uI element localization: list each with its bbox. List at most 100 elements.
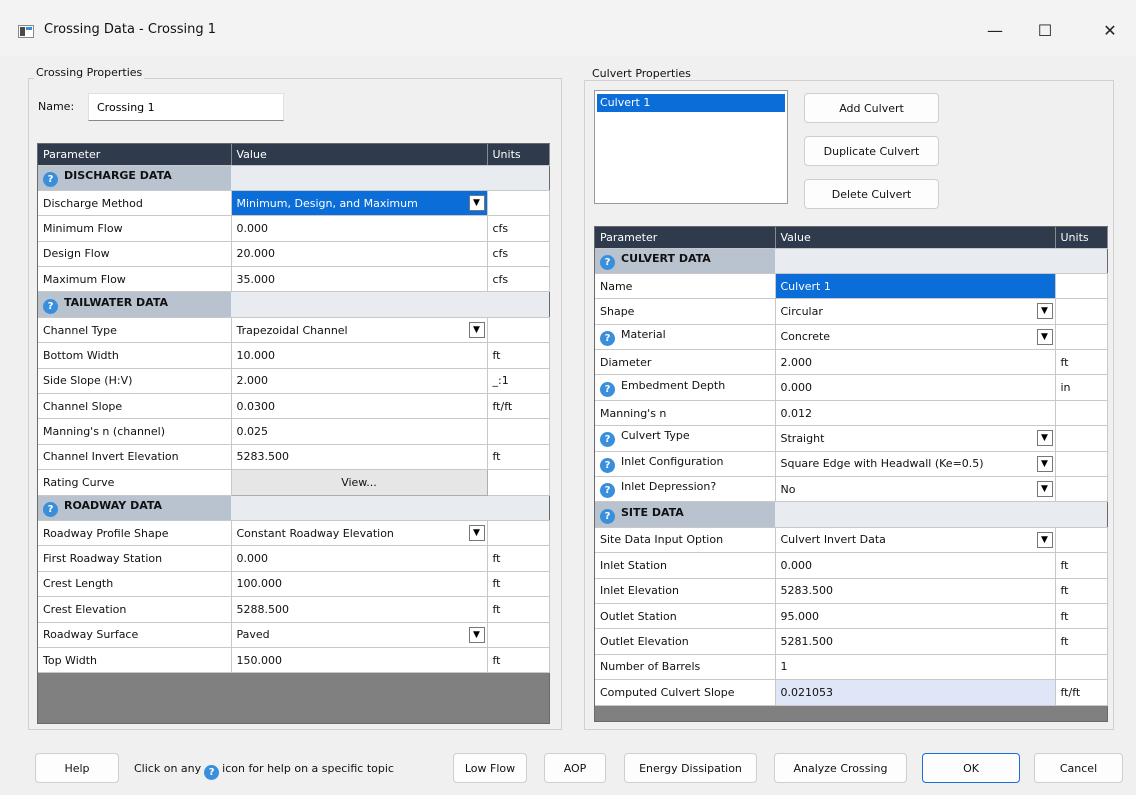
value-manning-s-n-channel[interactable]: 0.025 xyxy=(231,418,488,445)
value-text: Culvert Invert Data xyxy=(780,533,886,547)
value-maximum-flow[interactable]: 35.000 xyxy=(231,266,488,293)
dropdown-arrow-icon[interactable]: ▼ xyxy=(468,524,485,541)
param-cell: Discharge Method xyxy=(38,190,232,217)
dropdown-arrow-icon[interactable]: ▼ xyxy=(1036,430,1053,447)
value-text: 0.021053 xyxy=(780,685,834,699)
culvert-list-item[interactable]: Culvert 1 xyxy=(597,94,785,112)
close-button[interactable]: ✕ xyxy=(1090,14,1130,46)
value-crest-elevation[interactable]: 5288.500 xyxy=(231,596,488,623)
add-culvert-button[interactable]: Add Culvert xyxy=(804,93,939,123)
help-icon[interactable]: ? xyxy=(600,508,615,524)
duplicate-culvert-button[interactable]: Duplicate Culvert xyxy=(804,136,939,166)
cancel-button[interactable]: Cancel xyxy=(1034,753,1123,783)
dropdown-arrow-icon[interactable]: ▼ xyxy=(1036,328,1053,345)
ok-button[interactable]: OK xyxy=(922,753,1020,783)
maximize-button[interactable]: ☐ xyxy=(1025,14,1065,46)
help-icon[interactable]: ? xyxy=(43,171,58,187)
value-rating-curve[interactable]: View... xyxy=(230,469,488,496)
table-row: Outlet Elevation 5281.500 ft xyxy=(595,628,1108,655)
value-inlet-station[interactable]: 0.000 xyxy=(775,552,1056,579)
value-inlet-depression[interactable]: No ▼ xyxy=(775,476,1056,503)
help-icon[interactable]: ? xyxy=(600,254,615,270)
help-icon[interactable]: ? xyxy=(43,298,58,314)
value-channel-invert-elevation[interactable]: 5283.500 xyxy=(231,444,488,471)
dropdown-arrow-icon[interactable]: ▼ xyxy=(468,321,485,338)
help-icon[interactable]: ? xyxy=(600,483,615,499)
value-site-data-input-option[interactable]: Culvert Invert Data ▼ xyxy=(775,527,1056,554)
low-flow-button[interactable]: Low Flow xyxy=(453,753,527,783)
param-label: Crest Elevation xyxy=(43,602,127,616)
value-channel-type[interactable]: Trapezoidal Channel ▼ xyxy=(231,317,488,344)
value-embedment-depth[interactable]: 0.000 xyxy=(775,374,1056,401)
param-label: Material xyxy=(621,327,666,341)
value-number-of-barrels[interactable]: 1 xyxy=(775,654,1056,681)
value-discharge-method[interactable]: Minimum, Design, and Maximum ▼ xyxy=(231,190,488,217)
dropdown-arrow-icon[interactable]: ▼ xyxy=(1036,303,1053,320)
units-cell: _:1 xyxy=(487,368,550,395)
value-first-roadway-station[interactable]: 0.000 xyxy=(231,545,488,572)
title-bar: Crossing Data - Crossing 1 — ☐ ✕ xyxy=(0,0,1136,56)
table-row: Top Width 150.000 ft xyxy=(38,647,550,674)
param-cell: Inlet Station xyxy=(595,552,776,579)
dropdown-arrow-icon[interactable]: ▼ xyxy=(1036,531,1053,548)
value-roadway-profile-shape[interactable]: Constant Roadway Elevation ▼ xyxy=(231,520,488,547)
value-text: 150.000 xyxy=(236,653,283,667)
culvert-grid: Parameter Value Units? CULVERT DATA Name Culv… xyxy=(594,226,1108,722)
help-button[interactable]: Help xyxy=(35,753,119,783)
delete-culvert-button[interactable]: Delete Culvert xyxy=(804,179,939,209)
dropdown-arrow-icon[interactable]: ▼ xyxy=(468,626,485,643)
dropdown-arrow-icon[interactable]: ▼ xyxy=(468,194,485,211)
value-text: 5283.500 xyxy=(236,450,290,464)
section-blank xyxy=(231,165,549,191)
energy-dissipation-button[interactable]: Energy Dissipation xyxy=(624,753,757,783)
value-text: View... xyxy=(341,475,377,489)
section-title: ROADWAY DATA xyxy=(64,498,163,512)
dropdown-arrow-icon[interactable]: ▼ xyxy=(1036,455,1053,472)
value-outlet-station[interactable]: 95.000 xyxy=(775,603,1056,630)
table-row: Manning's n (channel) 0.025 xyxy=(38,418,550,445)
value-top-width[interactable]: 150.000 xyxy=(231,647,488,674)
table-row: Channel Slope 0.0300 ft/ft xyxy=(38,393,550,420)
param-label: Name xyxy=(600,279,633,293)
crossing-name-input[interactable] xyxy=(88,93,284,121)
value-diameter[interactable]: 2.000 xyxy=(775,349,1056,376)
crossing-properties-label: Crossing Properties xyxy=(34,66,145,79)
value-inlet-elevation[interactable]: 5283.500 xyxy=(775,578,1056,604)
value-side-slope-h-v[interactable]: 2.000 xyxy=(231,368,488,395)
value-bottom-width[interactable]: 10.000 xyxy=(231,342,488,369)
dropdown-arrow-icon[interactable]: ▼ xyxy=(1036,481,1053,498)
value-text: 0.012 xyxy=(780,406,813,420)
param-cell: Bottom Width xyxy=(38,342,232,369)
help-icon[interactable]: ? xyxy=(43,501,58,517)
value-name[interactable]: Culvert 1 xyxy=(775,273,1056,300)
value-roadway-surface[interactable]: Paved ▼ xyxy=(231,622,488,648)
param-cell: ? Inlet Configuration xyxy=(595,451,776,478)
aop-button[interactable]: AOP xyxy=(544,753,606,783)
column-header-units: Units xyxy=(1055,227,1108,249)
value-design-flow[interactable]: 20.000 xyxy=(231,241,488,268)
value-minimum-flow[interactable]: 0.000 xyxy=(231,215,488,242)
value-channel-slope[interactable]: 0.0300 xyxy=(231,393,488,420)
units-cell xyxy=(1055,654,1108,681)
help-icon[interactable]: ? xyxy=(600,432,615,448)
units-cell xyxy=(1055,400,1108,427)
help-icon[interactable]: ? xyxy=(600,381,615,397)
help-icon[interactable]: ? xyxy=(600,330,615,346)
value-text: Constant Roadway Elevation xyxy=(236,526,394,540)
param-cell: Rating Curve xyxy=(38,469,232,496)
minimize-button[interactable]: — xyxy=(975,14,1015,46)
value-outlet-elevation[interactable]: 5281.500 xyxy=(775,628,1056,655)
section-header: ? DISCHARGE DATA xyxy=(38,165,231,191)
help-icon[interactable]: ? xyxy=(600,457,615,473)
value-shape[interactable]: Circular ▼ xyxy=(775,298,1056,325)
analyze-crossing-button[interactable]: Analyze Crossing xyxy=(774,753,907,783)
value-crest-length[interactable]: 100.000 xyxy=(231,571,488,598)
value-text: Straight xyxy=(780,431,825,445)
value-text: Circular xyxy=(780,304,823,318)
units-cell xyxy=(1055,476,1108,503)
value-manning-s-n[interactable]: 0.012 xyxy=(775,400,1056,427)
value-material[interactable]: Concrete ▼ xyxy=(775,324,1056,351)
value-inlet-configuration[interactable]: Square Edge with Headwall (Ke=0.5) ▼ xyxy=(775,451,1056,478)
value-culvert-type[interactable]: Straight ▼ xyxy=(775,425,1056,452)
culvert-list[interactable]: Culvert 1 xyxy=(594,90,788,204)
